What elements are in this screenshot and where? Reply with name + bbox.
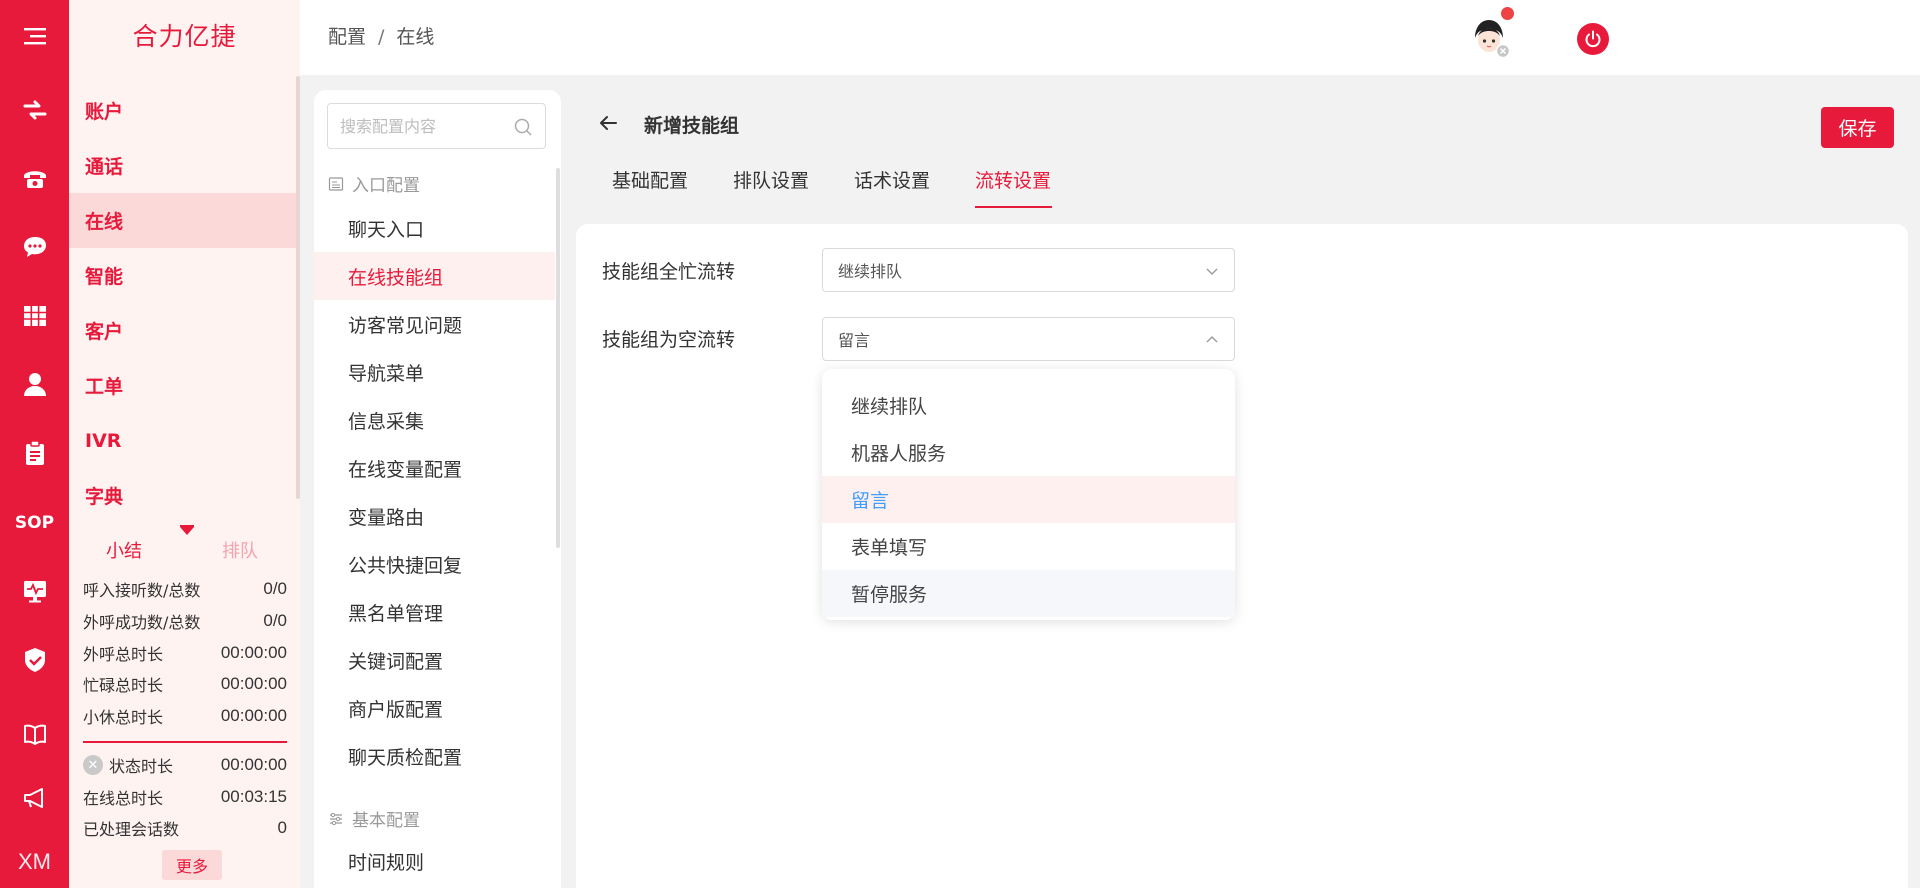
- tab-script-settings[interactable]: 话术设置: [854, 166, 930, 193]
- group-basic-config: 基本配置: [328, 806, 420, 831]
- nav-item-online[interactable]: 在线: [69, 193, 296, 248]
- breadcrumb-item-config[interactable]: 配置: [328, 26, 366, 48]
- config-scrollbar[interactable]: [556, 168, 560, 548]
- stat-row: 已处理会话数 0: [83, 818, 287, 839]
- config-item-online-variables[interactable]: 在线变量配置: [314, 444, 555, 492]
- nav-item-account[interactable]: 账户: [69, 83, 296, 138]
- back-arrow-icon[interactable]: [597, 112, 619, 134]
- sliders-icon: [330, 812, 342, 825]
- busy-transfer-label: 技能组全忙流转: [602, 261, 736, 283]
- nav-item-call[interactable]: 通话: [69, 138, 296, 193]
- monitor-icon[interactable]: [0, 571, 69, 611]
- config-item-blacklist[interactable]: 黑名单管理: [314, 588, 555, 636]
- stat-row: 在线总时长 00:03:15: [83, 787, 287, 808]
- group-entry-config: 入口配置: [328, 171, 420, 196]
- megaphone-icon[interactable]: [0, 778, 69, 818]
- tab-transfer-settings[interactable]: 流转设置: [975, 166, 1051, 193]
- grid-icon[interactable]: [0, 296, 69, 336]
- dropdown-option[interactable]: 继续排队: [822, 382, 1235, 429]
- config-item-keywords[interactable]: 关键词配置: [314, 636, 555, 684]
- config-item-quick-reply[interactable]: 公共快捷回复: [314, 540, 555, 588]
- nav-item-customer[interactable]: 客户: [69, 303, 296, 358]
- chat-icon[interactable]: [0, 227, 69, 267]
- menu-icon[interactable]: [0, 16, 69, 56]
- stat-row: 外呼成功数/总数 0/0: [83, 611, 287, 632]
- config-item-merchant[interactable]: 商户版配置: [314, 684, 555, 732]
- config-item-nav-menu[interactable]: 导航菜单: [314, 348, 555, 396]
- empty-transfer-label: 技能组为空流转: [602, 329, 736, 351]
- stats-tab-queue[interactable]: 排队: [222, 537, 258, 563]
- brand-logo: 合力亿捷: [132, 22, 237, 51]
- user-icon[interactable]: [0, 364, 69, 404]
- book-icon[interactable]: [0, 714, 69, 754]
- top-header: 配置 / 在线: [300, 0, 1920, 75]
- busy-transfer-select[interactable]: 继续排队: [822, 248, 1235, 292]
- shield-icon[interactable]: [0, 640, 69, 680]
- chevron-up-icon: [1206, 336, 1218, 343]
- nav-item-ivr[interactable]: IVR: [69, 413, 296, 468]
- page-title: 新增技能组: [644, 115, 740, 137]
- config-item-chat-entry[interactable]: 聊天入口: [314, 204, 555, 252]
- stat-row: 忙碌总时长 00:00:00: [83, 674, 287, 695]
- nav-item-dictionary[interactable]: 字典: [69, 468, 296, 523]
- stat-row: 小休总时长 00:00:00: [83, 706, 287, 727]
- stat-row: 外呼总时长 00:00:00: [83, 643, 287, 664]
- search-icon[interactable]: [513, 117, 533, 137]
- config-search: [327, 103, 546, 149]
- config-item-visitor-faq[interactable]: 访客常见问题: [314, 300, 555, 348]
- config-item-chat-qa[interactable]: 聊天质检配置: [314, 732, 555, 780]
- stats-tabs: 小结 排队: [69, 525, 300, 571]
- config-item-online-skill-group[interactable]: 在线技能组: [314, 252, 555, 300]
- save-button[interactable]: 保存: [1821, 107, 1894, 148]
- dropdown-option[interactable]: 机器人服务: [822, 429, 1235, 476]
- config-search-input[interactable]: [340, 116, 500, 136]
- config-item-variable-routing[interactable]: 变量路由: [314, 492, 555, 540]
- breadcrumb: 配置 / 在线: [328, 22, 434, 49]
- xm-icon[interactable]: XM: [0, 842, 69, 882]
- nav-scrollbar[interactable]: [296, 76, 300, 499]
- breadcrumb-item-online: 在线: [396, 26, 435, 48]
- phone-icon[interactable]: [0, 158, 69, 198]
- close-circle-icon[interactable]: ✕: [83, 755, 103, 775]
- tab-basic-config[interactable]: 基础配置: [612, 166, 688, 193]
- avatar[interactable]: [1467, 14, 1511, 58]
- form-panel: [576, 224, 1908, 888]
- chevron-down-icon: [1206, 268, 1218, 275]
- dropdown-option-hover[interactable]: 暂停服务: [822, 570, 1235, 617]
- stats-divider: [83, 741, 287, 743]
- tab-queue-settings[interactable]: 排队设置: [733, 166, 809, 193]
- transfer-icon[interactable]: [0, 90, 69, 130]
- icon-rail: SOP XM: [0, 0, 69, 888]
- more-button[interactable]: 更多: [162, 850, 222, 880]
- transfer-dropdown: 继续排队 机器人服务 留言 表单填写 暂停服务: [822, 369, 1235, 620]
- stat-row: 呼入接听数/总数 0/0: [83, 579, 287, 600]
- clipboard-icon[interactable]: [0, 433, 69, 473]
- stats-tab-summary[interactable]: 小结: [106, 537, 142, 563]
- entry-config-icon: [328, 176, 344, 191]
- main-nav: 合力亿捷 账户 通话 在线 智能 客户 工单 IVR 字典 小结 排队 呼入接听…: [69, 0, 300, 888]
- config-menu: 入口配置 聊天入口 在线技能组 访客常见问题 导航菜单 信息采集 在线变量配置 …: [314, 90, 561, 888]
- sop-icon[interactable]: SOP: [0, 503, 69, 543]
- config-item-info-collection[interactable]: 信息采集: [314, 396, 555, 444]
- config-item-time-rules[interactable]: 时间规则: [314, 837, 555, 885]
- dropdown-option[interactable]: 表单填写: [822, 523, 1235, 570]
- breadcrumb-separator: /: [378, 26, 385, 48]
- nav-item-ticket[interactable]: 工单: [69, 358, 296, 413]
- dropdown-option-selected[interactable]: 留言: [822, 476, 1235, 523]
- notification-dot: [1501, 7, 1514, 20]
- active-tab-indicator: [975, 206, 1052, 208]
- nav-item-intelligence[interactable]: 智能: [69, 248, 296, 303]
- stat-row: ✕ 状态时长 00:00:00: [83, 752, 287, 778]
- power-icon[interactable]: [1577, 23, 1609, 55]
- empty-transfer-select[interactable]: 留言: [822, 317, 1235, 361]
- caret-down-icon[interactable]: [180, 527, 194, 535]
